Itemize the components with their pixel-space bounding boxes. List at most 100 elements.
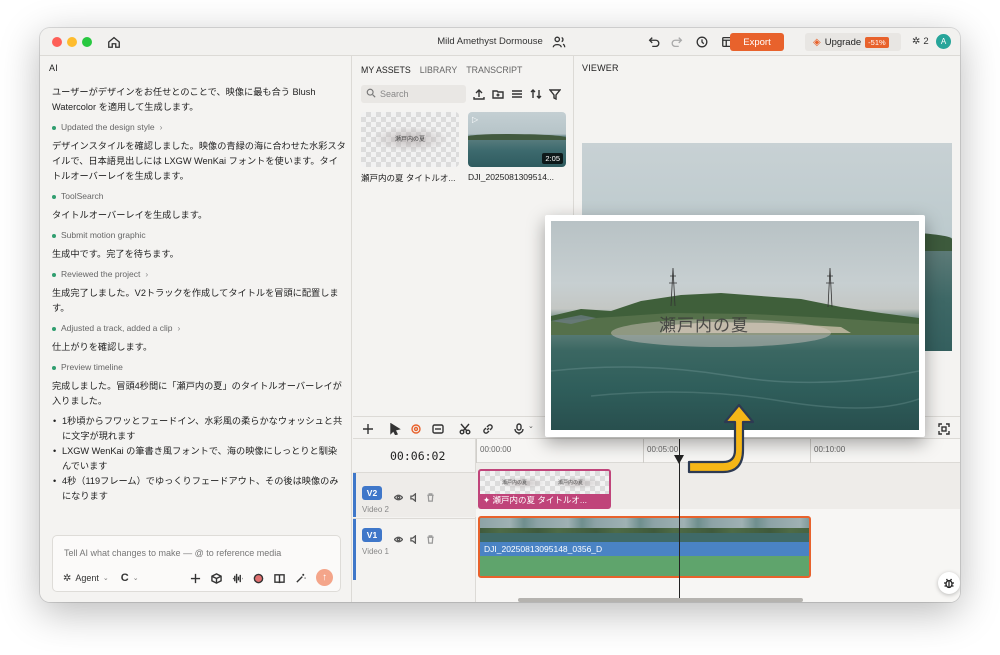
magic-wand-icon[interactable] bbox=[293, 571, 307, 585]
preview-frame: 瀬戸内の夏 bbox=[551, 221, 919, 430]
audio-waveform-icon[interactable] bbox=[230, 571, 244, 585]
status-dot bbox=[52, 125, 56, 130]
timecode: 00:06:02 bbox=[390, 449, 446, 463]
minimize-window-button[interactable] bbox=[67, 37, 77, 47]
tab-my-assets[interactable]: MY ASSETS bbox=[361, 65, 411, 75]
bug-report-button[interactable] bbox=[938, 572, 960, 594]
ai-step-item[interactable]: Adjusted a track, added a clip › bbox=[52, 321, 346, 336]
status-dot bbox=[52, 326, 56, 331]
ai-summary-list: 1秒頃からフワッとフェードイン、水彩風の柔らかなウォッシュと共に文字が現れますL… bbox=[53, 414, 346, 504]
trash-icon[interactable] bbox=[426, 489, 435, 507]
video-clip[interactable]: DJI_20250813095148_0356_D bbox=[478, 516, 811, 578]
redo-icon[interactable] bbox=[668, 33, 686, 51]
model-logo-icon: C bbox=[120, 572, 129, 584]
highlight-arrow-icon bbox=[687, 403, 755, 474]
ai-step-item[interactable]: Updated the design style › bbox=[52, 120, 346, 135]
color-palette-icon[interactable] bbox=[251, 571, 265, 585]
new-folder-icon[interactable] bbox=[492, 87, 504, 105]
agent-mode-label: Agent bbox=[75, 573, 99, 583]
track-name: Video 1 bbox=[362, 547, 389, 556]
credits-indicator[interactable]: ✲ 2 bbox=[912, 36, 929, 47]
track-header-v1[interactable]: V1 Video 1 bbox=[353, 518, 476, 580]
zoom-window-button[interactable] bbox=[82, 37, 92, 47]
asset-name: 瀬戸内の夏 タイトルオ... bbox=[361, 173, 456, 183]
ai-step-item[interactable]: Reviewed the project › bbox=[52, 267, 346, 282]
tab-library[interactable]: LIBRARY bbox=[420, 65, 458, 75]
home-icon[interactable] bbox=[105, 33, 123, 51]
agent-mode-select[interactable]: ✲ Agent ⌄ bbox=[63, 573, 109, 584]
gem-icon: ◈ bbox=[813, 36, 821, 48]
chevron-right-icon[interactable]: › bbox=[145, 267, 148, 282]
link-icon[interactable] bbox=[482, 422, 494, 434]
title-overlay-text: 瀬戸内の夏 bbox=[659, 316, 749, 336]
cube-icon[interactable] bbox=[209, 571, 223, 585]
asset-thumbnail: ▷ 2:05 bbox=[468, 112, 566, 167]
asset-card-video[interactable]: ▷ 2:05 DJI_2025081309514... bbox=[468, 112, 566, 182]
book-icon[interactable] bbox=[272, 571, 286, 585]
microphone-icon[interactable] bbox=[513, 422, 525, 435]
add-track-icon[interactable] bbox=[362, 422, 374, 434]
magnet-icon[interactable] bbox=[410, 422, 422, 434]
asset-thumb-title: 瀬戸内の夏 bbox=[394, 136, 425, 143]
chat-input-box[interactable]: Tell AI what changes to make — @ to refe… bbox=[52, 535, 341, 592]
track-name: Video 2 bbox=[362, 505, 389, 514]
ai-step-label: Adjusted a track, added a clip bbox=[61, 323, 173, 333]
model-select[interactable]: C ⌄ bbox=[121, 572, 139, 584]
search-placeholder: Search bbox=[380, 89, 409, 99]
volume-icon[interactable] bbox=[410, 531, 419, 549]
add-icon[interactable] bbox=[188, 571, 202, 585]
sort-icon[interactable] bbox=[530, 87, 542, 105]
clip-label: DJI_20250813095148_0356_D bbox=[480, 542, 809, 556]
ai-message-text: 生成完了しました。V2トラックを作成してタイトルを冒頭に配置します。 bbox=[52, 288, 339, 313]
close-window-button[interactable] bbox=[52, 37, 62, 47]
avatar[interactable]: A bbox=[936, 34, 951, 49]
asset-search-input[interactable]: Search bbox=[361, 85, 466, 103]
chat-input-placeholder[interactable]: Tell AI what changes to make — @ to refe… bbox=[64, 548, 281, 558]
upload-icon[interactable] bbox=[473, 87, 485, 105]
caption-icon[interactable] bbox=[432, 422, 444, 434]
ai-message-text: 仕上がりを確認します。 bbox=[52, 342, 153, 352]
duration-badge: 2:05 bbox=[542, 153, 563, 164]
list-view-icon[interactable] bbox=[511, 87, 523, 105]
track-badge: V2 bbox=[362, 486, 382, 500]
assets-panel: MY ASSETS LIBRARY TRANSCRIPT Search 瀬戸内の… bbox=[353, 56, 574, 416]
ruler-label: 00:05:00 bbox=[647, 445, 679, 454]
export-button[interactable]: Export bbox=[730, 33, 784, 51]
asset-name: DJI_2025081309514... bbox=[468, 172, 555, 182]
track-header-v2[interactable]: V2 Video 2 bbox=[353, 472, 476, 517]
trash-icon[interactable] bbox=[426, 531, 435, 549]
status-dot bbox=[52, 194, 56, 199]
timeline-panel: ⌄ ⌄ 00:06:02 V2 Video 2 V1 Video 1 bbox=[353, 416, 960, 602]
ai-step-item: Submit motion graphic bbox=[52, 228, 346, 243]
asset-toolbar bbox=[473, 87, 562, 105]
ai-step-label: Preview timeline bbox=[61, 362, 123, 372]
status-dot bbox=[52, 272, 56, 277]
fit-to-screen-icon[interactable] bbox=[938, 422, 950, 435]
assets-tabs: MY ASSETS LIBRARY TRANSCRIPT bbox=[361, 65, 522, 75]
upgrade-button[interactable]: ◈ Upgrade -51% bbox=[805, 33, 901, 51]
timeline-scrollbar[interactable] bbox=[518, 598, 803, 602]
asset-card-title[interactable]: 瀬戸内の夏 瀬戸内の夏 タイトルオ... bbox=[361, 112, 459, 184]
ai-message-text: 完成しました。冒頭4秒間に「瀬戸内の夏」のタイトルオーバーレイが入りました。 bbox=[52, 381, 342, 406]
clip-filmstrip bbox=[480, 518, 809, 542]
send-button[interactable]: ↑ bbox=[316, 569, 333, 586]
visibility-eye-icon[interactable] bbox=[393, 531, 404, 549]
ruler-tick bbox=[643, 439, 644, 463]
list-item: LXGW WenKai の筆書き風フォントで、海の映像にしっとりと馴染んでいます bbox=[53, 444, 346, 474]
track-controls bbox=[393, 531, 435, 549]
chevron-right-icon[interactable]: › bbox=[160, 120, 163, 135]
collaborators-icon[interactable] bbox=[550, 33, 568, 51]
tab-transcript[interactable]: TRANSCRIPT bbox=[466, 65, 522, 75]
filter-icon[interactable] bbox=[548, 87, 562, 105]
visibility-eye-icon[interactable] bbox=[393, 489, 404, 507]
history-icon[interactable] bbox=[693, 33, 711, 51]
ai-panel-title: AI bbox=[49, 63, 58, 73]
chevron-right-icon[interactable]: › bbox=[178, 321, 181, 336]
title-overlay-clip[interactable]: 瀬戸内の夏 瀬戸内の夏 ✦ 瀬戸内の夏 タイトルオ... bbox=[478, 469, 611, 509]
undo-icon[interactable] bbox=[645, 33, 663, 51]
pointer-icon[interactable] bbox=[389, 422, 401, 436]
split-scissors-icon[interactable] bbox=[459, 422, 471, 435]
chevron-down-icon[interactable]: ⌄ bbox=[528, 422, 540, 434]
volume-icon[interactable] bbox=[410, 489, 419, 507]
clip-audio-waveform bbox=[480, 556, 809, 576]
